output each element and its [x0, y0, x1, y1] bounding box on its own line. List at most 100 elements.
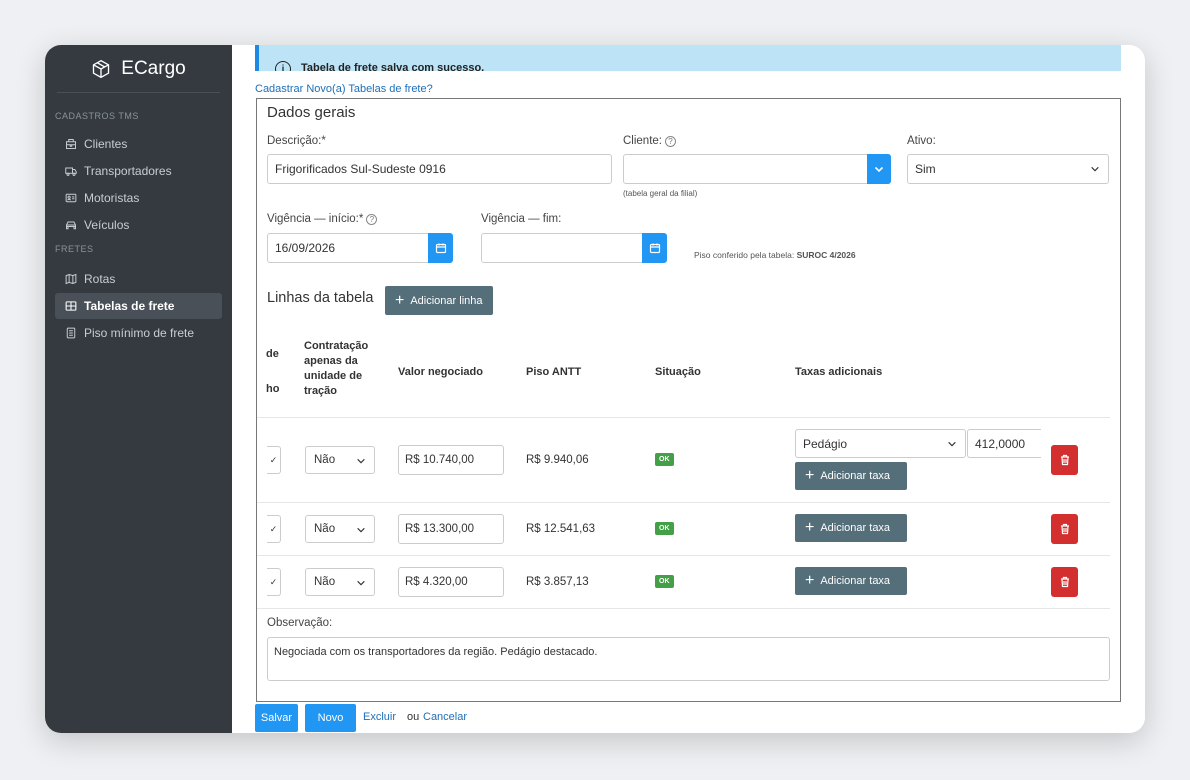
vig-inicio-input[interactable]: 16/09/2026	[267, 233, 429, 263]
chevron-down-icon	[1091, 166, 1099, 172]
new-button[interactable]: Novo	[305, 704, 356, 732]
row-divider	[257, 555, 1110, 556]
status-badge: OK	[655, 522, 674, 535]
trash-icon	[1060, 576, 1069, 588]
form-panel: Dados gerais Descrição:* Frigorificados …	[256, 98, 1121, 702]
sidebar-section-fretes: FRETES	[55, 244, 94, 254]
sidebar-item-motoristas[interactable]: Motoristas	[55, 185, 222, 211]
sidebar-item-piso-minimo[interactable]: Piso mínimo de frete	[55, 320, 222, 346]
taxa-valor-input[interactable]: 412,0000	[967, 429, 1041, 458]
sidebar-item-rotas[interactable]: Rotas	[55, 266, 222, 292]
status-badge: OK	[655, 575, 674, 588]
add-taxa-button[interactable]: + Adicionar taxa	[795, 462, 907, 490]
chevron-down-icon	[357, 458, 365, 464]
brand-name: ECargo	[121, 57, 186, 79]
delete-row-button[interactable]	[1051, 445, 1078, 475]
cliente-select[interactable]	[623, 154, 868, 184]
observacao-label: Observação:	[267, 617, 332, 629]
vig-inicio-calendar-button[interactable]	[428, 233, 453, 263]
chevron-down-icon	[874, 166, 884, 173]
ativo-select-value: Sim	[915, 162, 936, 176]
valor-negociado-input[interactable]: R$ 10.740,00	[398, 445, 504, 475]
save-button[interactable]: Salvar	[255, 704, 298, 732]
delete-row-button[interactable]	[1051, 514, 1078, 544]
descricao-label: Descrição:*	[267, 135, 326, 147]
add-taxa-label: Adicionar taxa	[820, 575, 891, 587]
building-icon	[66, 139, 76, 149]
descricao-label-text: Descrição:*	[267, 135, 326, 147]
column-header-cut-bottom: ho	[266, 383, 280, 395]
brand[interactable]: ECargo	[57, 45, 220, 93]
cliente-dropdown-button[interactable]	[867, 154, 891, 184]
taxa-tipo-value: Pedágio	[803, 436, 848, 451]
contratacao-select[interactable]: Não	[305, 446, 375, 474]
vig-inicio-label: Vigência — início:*?	[267, 213, 378, 225]
row-checkbox[interactable]: ✓	[267, 446, 281, 474]
plus-icon: +	[805, 572, 815, 589]
help-icon[interactable]: ?	[665, 135, 676, 147]
vig-fim-calendar-button[interactable]	[642, 233, 667, 263]
calendar-icon	[435, 243, 446, 254]
status-badge: OK	[655, 453, 674, 466]
valor-negociado-input[interactable]: R$ 13.300,00	[398, 514, 504, 544]
vig-fim-label: Vigência — fim:	[481, 213, 561, 225]
piso-note-prefix: Piso conferido pela tabela:	[694, 250, 795, 260]
vig-fim-input[interactable]	[481, 233, 643, 263]
column-header-taxas: Taxas adicionais	[795, 366, 883, 378]
section-title-linhas: Linhas da tabela	[267, 290, 374, 306]
ativo-select[interactable]: Sim	[907, 154, 1109, 184]
row-checkbox[interactable]: ✓	[267, 515, 281, 543]
valor-negociado-input[interactable]: R$ 4.320,00	[398, 567, 504, 597]
add-taxa-label: Adicionar taxa	[820, 522, 891, 534]
row-checkbox[interactable]: ✓	[267, 568, 281, 596]
truck-icon	[65, 167, 77, 176]
contratacao-value: Não	[314, 523, 336, 535]
plus-icon: +	[395, 291, 405, 309]
sidebar-item-label: Piso mínimo de frete	[84, 326, 195, 340]
add-taxa-label: Adicionar taxa	[820, 470, 891, 482]
sidebar-item-label: Rotas	[84, 272, 116, 286]
add-line-button[interactable]: + Adicionar linha	[385, 286, 493, 315]
sidebar-item-tabelas-de-frete[interactable]: Tabelas de frete	[55, 293, 222, 319]
delete-link[interactable]: Excluir	[363, 711, 396, 723]
add-taxa-button[interactable]: + Adicionar taxa	[795, 514, 907, 542]
vig-fim-label-text: Vigência — fim:	[481, 213, 562, 225]
alert-message: Tabela de frete salva com sucesso.	[301, 62, 485, 71]
column-header-situacao: Situação	[655, 366, 701, 378]
chevron-down-icon	[357, 527, 365, 533]
sidebar-item-label: Transportadores	[84, 164, 172, 178]
row-divider	[257, 417, 1110, 418]
add-taxa-button[interactable]: + Adicionar taxa	[795, 567, 907, 595]
cancel-link[interactable]: Cancelar	[423, 711, 467, 723]
delete-row-button[interactable]	[1051, 567, 1078, 597]
app-window: ECargo CADASTROS TMS Clientes Transporta…	[45, 45, 1145, 733]
id-card-icon	[65, 193, 77, 203]
sidebar: ECargo CADASTROS TMS Clientes Transporta…	[45, 45, 232, 733]
descricao-input[interactable]: Frigorificados Sul-Sudeste 0916	[267, 154, 612, 184]
column-header-cut-top: de	[266, 348, 279, 360]
sidebar-item-clientes[interactable]: Clientes	[55, 131, 222, 157]
contratacao-select[interactable]: Não	[305, 515, 375, 543]
sidebar-item-label: Clientes	[84, 137, 128, 151]
vig-inicio-label-text: Vigência — início:*	[267, 213, 364, 225]
piso-note: Piso conferido pela tabela: SUROC 4/2026	[694, 250, 856, 260]
ativo-label-text: Ativo:	[907, 135, 936, 147]
help-icon[interactable]: ?	[366, 213, 378, 225]
ativo-label: Ativo:	[907, 135, 936, 147]
sidebar-item-label: Tabelas de frete	[84, 299, 175, 313]
section-title-dados-gerais: Dados gerais	[267, 104, 356, 121]
sidebar-item-veiculos[interactable]: Veículos	[55, 212, 222, 238]
column-header-contratacao: Contratação apenas da unidade de tração	[304, 340, 369, 397]
sidebar-item-label: Veículos	[84, 218, 130, 232]
taxa-tipo-select[interactable]: Pedágio	[795, 429, 966, 458]
observacao-textarea[interactable]: Negociada com os transportadores da regi…	[267, 637, 1110, 681]
piso-antt-value: R$ 9.940,06	[526, 454, 589, 466]
contratacao-select[interactable]: Não	[305, 568, 375, 596]
new-record-link[interactable]: Cadastrar Novo(a) Tabelas de frete?	[255, 83, 433, 95]
column-header-piso: Piso ANTT	[526, 366, 582, 378]
map-icon	[65, 273, 77, 285]
cliente-label-text: Cliente:	[623, 135, 662, 147]
sidebar-item-transportadores[interactable]: Transportadores	[55, 158, 222, 184]
piso-note-value: SUROC 4/2026	[796, 250, 856, 260]
main-content: i Tabela de frete salva com sucesso. Cad…	[232, 45, 1145, 733]
